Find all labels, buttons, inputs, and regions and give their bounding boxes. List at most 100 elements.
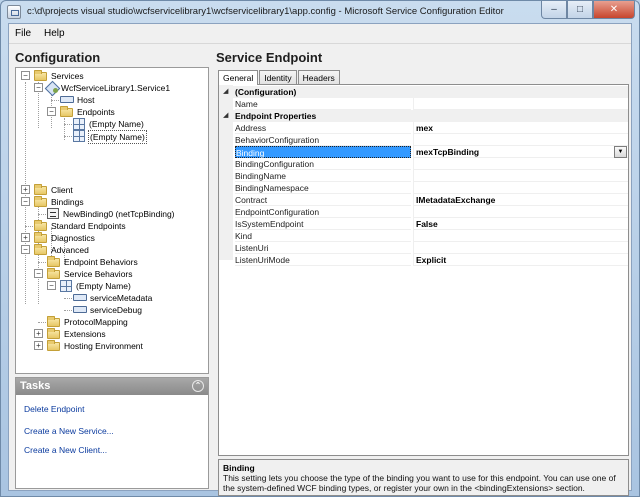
collapse-chevron-icon[interactable]: ⌃ xyxy=(192,380,204,392)
collapse-icon[interactable]: − xyxy=(47,107,56,116)
property-row-name[interactable]: Name xyxy=(219,98,628,110)
left-pane: Configuration − Services − WcfServiceLib… xyxy=(9,46,209,489)
property-name: Contract xyxy=(235,194,411,206)
property-value[interactable]: False xyxy=(413,218,628,230)
property-row-address[interactable]: Address mex xyxy=(219,122,628,134)
collapse-icon[interactable]: − xyxy=(34,269,43,278)
expand-icon[interactable]: + xyxy=(21,185,30,194)
property-row-listen-uri-mode[interactable]: ListenUriMode Explicit xyxy=(219,254,628,266)
category-endpoint-properties[interactable]: ◢ Endpoint Properties xyxy=(219,110,628,122)
help-text: This setting lets you choose the type of… xyxy=(223,473,616,493)
tree-line xyxy=(25,226,33,227)
property-help-box: Binding This setting lets you choose the… xyxy=(218,459,629,496)
expand-icon[interactable]: + xyxy=(34,341,43,350)
property-name: Name xyxy=(235,98,411,110)
property-name: Binding xyxy=(235,146,411,158)
collapse-triangle-icon[interactable]: ◢ xyxy=(223,110,228,122)
folder-icon xyxy=(47,268,60,279)
collapse-icon[interactable]: − xyxy=(34,83,43,92)
property-value[interactable] xyxy=(413,170,628,182)
folder-icon xyxy=(34,196,47,207)
delete-endpoint-link[interactable]: Delete Endpoint xyxy=(24,404,85,414)
collapse-icon[interactable]: − xyxy=(21,71,30,80)
expand-icon[interactable]: + xyxy=(34,329,43,338)
create-service-link[interactable]: Create a New Service... xyxy=(24,426,114,436)
folder-icon xyxy=(47,316,60,327)
property-value[interactable] xyxy=(413,98,628,110)
folder-icon xyxy=(34,220,47,231)
collapse-icon[interactable]: − xyxy=(47,281,56,290)
property-row-behavior-configuration[interactable]: BehaviorConfiguration xyxy=(219,134,628,146)
property-row-endpoint-configuration[interactable]: EndpointConfiguration xyxy=(219,206,628,218)
tab-general[interactable]: General xyxy=(218,70,259,85)
property-row-binding-namespace[interactable]: BindingNamespace xyxy=(219,182,628,194)
tasks-panel: Tasks ⌃ Delete Endpoint Create a New Ser… xyxy=(15,377,209,489)
collapse-icon[interactable]: − xyxy=(21,245,30,254)
tree-label: (Empty Name) xyxy=(89,119,144,129)
binding-icon xyxy=(47,208,59,219)
property-value[interactable]: IMetadataExchange xyxy=(413,194,628,206)
tab-identity[interactable]: Identity xyxy=(259,70,297,84)
tree-line xyxy=(38,262,46,263)
configuration-header: Configuration xyxy=(15,50,101,65)
title-bar[interactable]: c:\d\projects visual studio\wcfserviceli… xyxy=(1,1,639,23)
client-area: File Help Configuration − Services − Wcf… xyxy=(8,23,632,496)
folder-icon xyxy=(34,184,47,195)
property-grid[interactable]: ◢ (Configuration) Name ◢ Endpoint Proper… xyxy=(219,85,628,455)
category-configuration[interactable]: ◢ (Configuration) xyxy=(219,86,628,98)
collapse-triangle-icon[interactable]: ◢ xyxy=(223,86,228,98)
property-row-is-system-endpoint[interactable]: IsSystemEndpoint False xyxy=(219,218,628,230)
tree-label: Bindings xyxy=(51,197,84,207)
host-icon xyxy=(60,96,74,103)
window-controls: – □ ✕ xyxy=(541,1,635,19)
service-icon xyxy=(46,82,58,94)
category-label: Endpoint Properties xyxy=(235,111,317,121)
property-name: BindingName xyxy=(235,170,411,182)
property-name: ListenUri xyxy=(235,242,411,254)
property-value[interactable] xyxy=(413,134,628,146)
property-value[interactable] xyxy=(413,230,628,242)
configuration-tree[interactable]: − Services − WcfServiceLibrary1.Service1… xyxy=(15,67,209,374)
tree-label: Advanced xyxy=(51,245,89,255)
tree-label: Diagnostics xyxy=(51,233,95,243)
window-title: c:\d\projects visual studio\wcfserviceli… xyxy=(27,6,504,17)
tree-label: Hosting Environment xyxy=(64,341,143,351)
property-name: IsSystemEndpoint xyxy=(235,218,411,230)
tab-headers[interactable]: Headers xyxy=(297,70,340,84)
property-row-binding[interactable]: Binding mexTcpBinding ▼ xyxy=(219,146,628,158)
right-pane: Service Endpoint General Identity Header… xyxy=(215,46,631,496)
property-row-binding-name[interactable]: BindingName xyxy=(219,170,628,182)
maximize-button[interactable]: □ xyxy=(567,1,593,19)
property-value[interactable] xyxy=(413,158,628,170)
folder-icon xyxy=(34,70,47,81)
tree-label: (Empty Name) xyxy=(76,281,131,291)
tree-label: serviceMetadata xyxy=(90,293,153,303)
property-name: BindingNamespace xyxy=(235,182,411,194)
binding-select[interactable]: mexTcpBinding ▼ xyxy=(413,146,628,158)
tree-label: Client xyxy=(51,185,73,195)
property-value[interactable] xyxy=(413,242,628,254)
tree-label: Extensions xyxy=(64,329,106,339)
close-button[interactable]: ✕ xyxy=(593,1,635,19)
tree-label: Host xyxy=(77,95,95,105)
menu-help[interactable]: Help xyxy=(44,28,65,39)
create-client-link[interactable]: Create a New Client... xyxy=(24,445,107,455)
extension-icon xyxy=(73,294,87,301)
endpoint-icon xyxy=(73,130,85,142)
property-value[interactable] xyxy=(413,182,628,194)
tree-label: WcfServiceLibrary1.Service1 xyxy=(61,83,171,93)
property-row-binding-configuration[interactable]: BindingConfiguration xyxy=(219,158,628,170)
property-value[interactable] xyxy=(413,206,628,218)
tree-label: NewBinding0 (netTcpBinding) xyxy=(63,209,175,219)
property-row-listen-uri[interactable]: ListenUri xyxy=(219,242,628,254)
minimize-button[interactable]: – xyxy=(541,1,567,19)
property-value[interactable]: Explicit xyxy=(413,254,628,266)
menu-file[interactable]: File xyxy=(15,28,31,39)
collapse-icon[interactable]: − xyxy=(21,197,30,206)
property-row-kind[interactable]: Kind xyxy=(219,230,628,242)
expand-icon[interactable]: + xyxy=(21,233,30,242)
chevron-down-icon[interactable]: ▼ xyxy=(614,146,627,158)
property-value[interactable]: mex xyxy=(413,122,628,134)
property-name: BindingConfiguration xyxy=(235,158,411,170)
property-row-contract[interactable]: Contract IMetadataExchange xyxy=(219,194,628,206)
